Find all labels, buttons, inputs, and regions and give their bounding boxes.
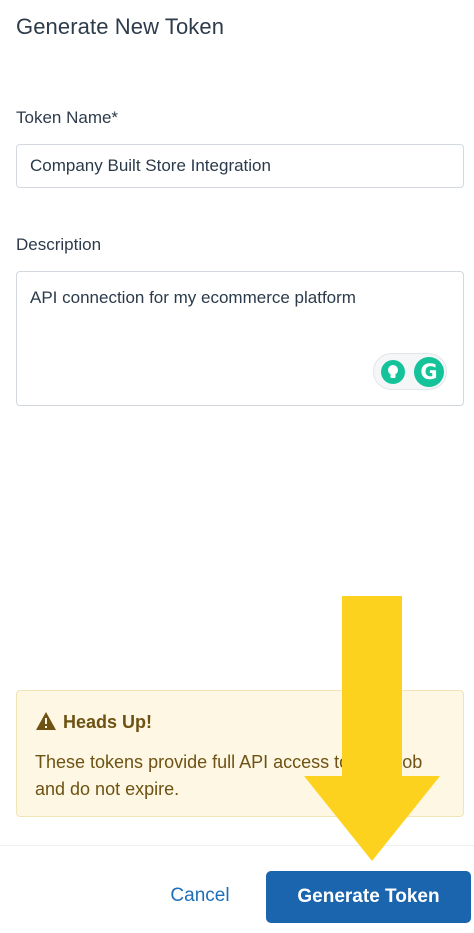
lightbulb-icon[interactable] — [381, 360, 405, 384]
alert-heading-text: Heads Up! — [63, 712, 153, 732]
alert-heading: Heads Up! — [35, 711, 152, 733]
warning-triangle-icon — [36, 712, 56, 730]
generate-token-button[interactable]: Generate Token — [266, 871, 471, 923]
generate-token-dialog: Generate New Token Token Name* Descripti… — [0, 0, 474, 933]
grammarly-logo-icon[interactable]: G — [414, 357, 444, 387]
description-label: Description — [16, 235, 102, 254]
cancel-button[interactable]: Cancel — [155, 878, 245, 914]
token-name-input[interactable] — [16, 144, 464, 188]
token-name-label: Token Name* — [16, 108, 119, 127]
heads-up-alert: Heads Up! These tokens provide full API … — [16, 690, 464, 817]
grammarly-widget[interactable]: G — [373, 353, 447, 390]
alert-body-text: These tokens provide full API access to … — [35, 752, 423, 799]
footer-divider — [0, 845, 474, 846]
page-title: Generate New Token — [16, 14, 225, 39]
